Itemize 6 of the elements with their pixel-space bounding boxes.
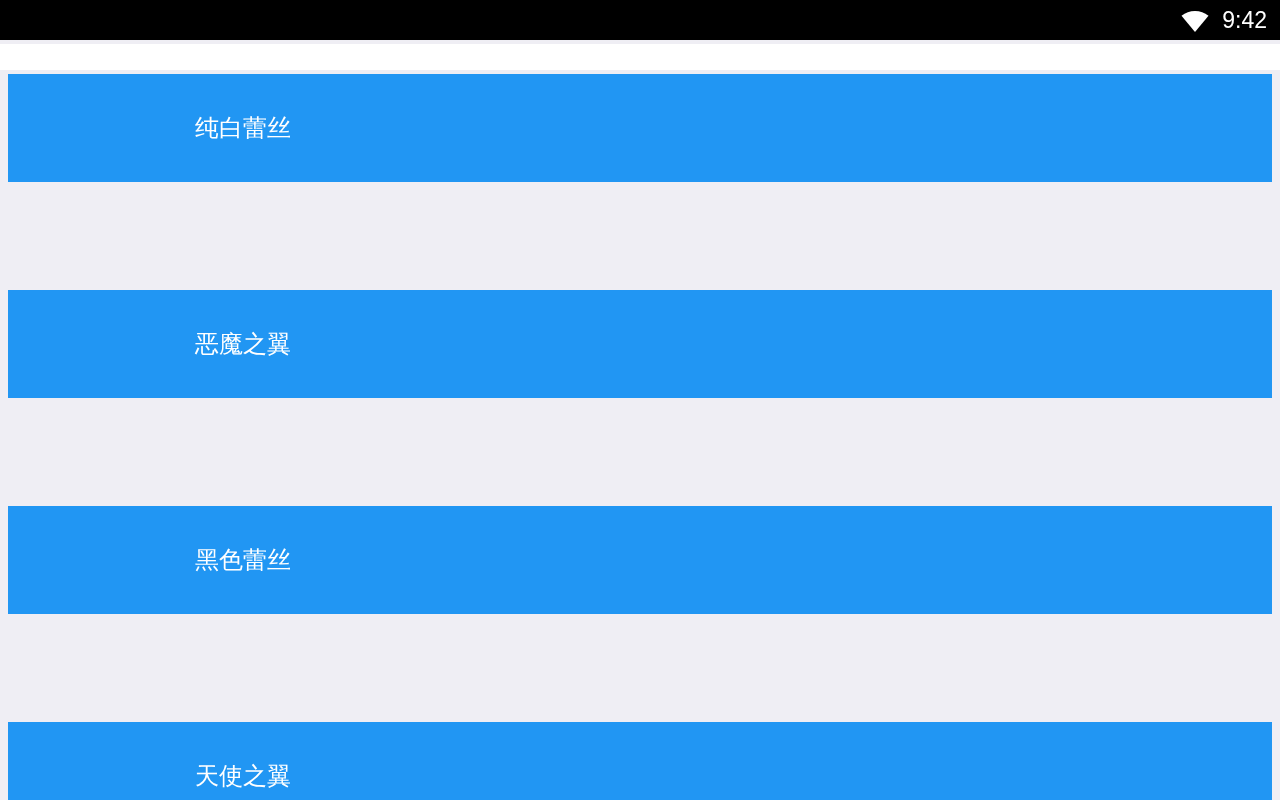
list-item-button[interactable]: 天使之翼 <box>8 722 1272 800</box>
list-item-button[interactable]: 黑色蕾丝 <box>8 506 1272 614</box>
list-item-button[interactable]: 纯白蕾丝 <box>8 74 1272 182</box>
list-item-button[interactable]: 恶魔之翼 <box>8 290 1272 398</box>
status-time: 9:42 <box>1222 6 1267 34</box>
wifi-icon <box>1181 9 1210 32</box>
